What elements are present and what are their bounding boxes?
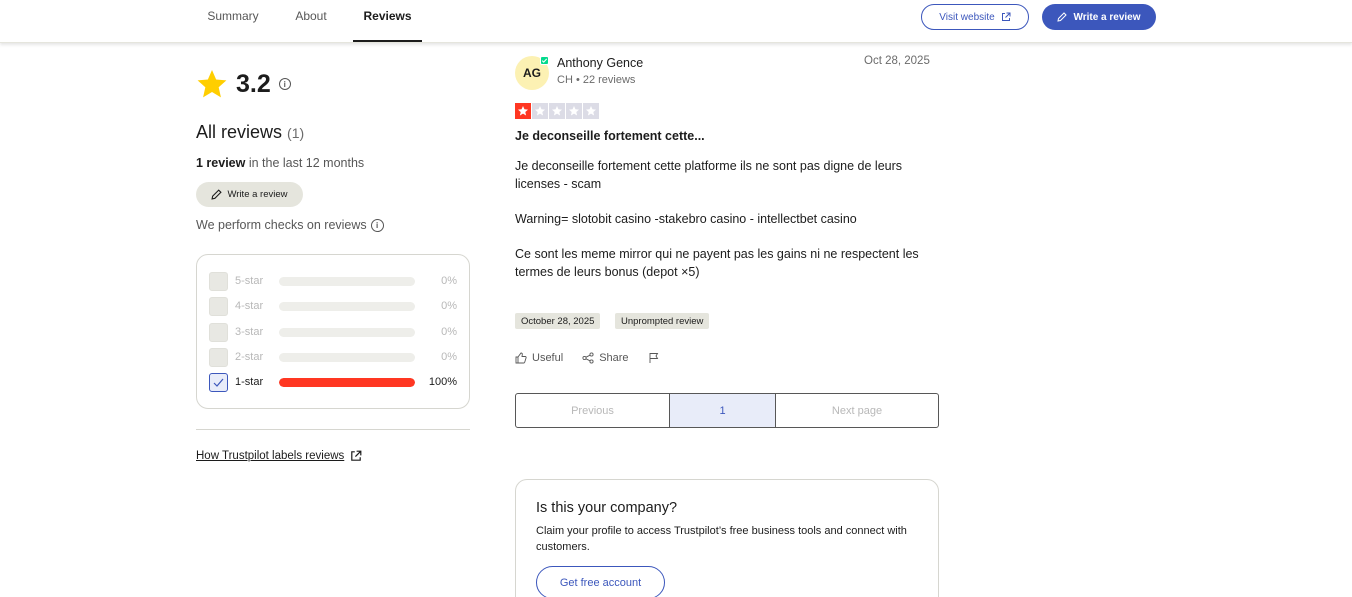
unprompted-chip: Unprompted review [615,313,710,329]
share-icon [582,352,594,364]
checkbox[interactable] [209,296,228,316]
verified-badge-icon [540,56,549,65]
review-checks-text: We perform checks on reviews i [196,218,384,232]
external-link-icon [1001,12,1011,21]
review-title[interactable]: Je deconseille fortement cette... [515,129,705,143]
claim-description: Claim your profile to access Trustpilot’… [536,525,907,553]
top-nav: Summary About Reviews Visit website Writ… [0,0,1352,43]
reviewer-meta: CH • 22 reviews [557,74,636,86]
star-empty-icon [532,103,548,119]
external-link-icon [351,450,362,461]
all-reviews-count: (1) [287,125,305,141]
filter-row-4-star[interactable]: 4-star 0% [209,296,459,316]
info-icon[interactable]: i [370,218,384,232]
all-reviews-heading: All reviews (1) [196,122,305,142]
checkbox-checked[interactable] [209,372,228,392]
distribution-bar [279,301,415,311]
star-filled-icon [515,103,531,119]
filter-row-5-star[interactable]: 5-star 0% [209,271,459,291]
star-empty-icon [549,103,565,119]
star-icon [197,70,227,98]
reviewer-name[interactable]: Anthony Gence [557,56,643,70]
useful-button[interactable]: Useful [515,352,563,364]
pagination: Previous 1 Next page [515,393,939,428]
info-icon[interactable]: i [278,78,291,90]
star-filter: 5-star 0% 4-star 0% 3-star 0% 2-star 0% … [196,254,470,409]
distribution-bar [279,276,415,286]
pencil-icon [1057,12,1068,22]
filter-row-1-star[interactable]: 1-star 100% [209,372,459,392]
review-date: Oct 28, 2025 [864,55,930,67]
review-body: Je deconseille fortement cette platforme… [515,159,919,279]
checkbox[interactable] [209,347,228,367]
flag-icon [649,353,658,363]
previous-page-button[interactable]: Previous [516,394,669,427]
star-empty-icon [566,103,582,119]
checkbox[interactable] [209,322,228,342]
filter-row-2-star[interactable]: 2-star 0% [209,347,459,367]
report-button[interactable] [648,352,660,364]
divider [196,429,470,430]
overall-rating: 3.2 i [196,68,291,100]
share-button[interactable]: Share [582,352,629,364]
tab-summary[interactable]: Summary [200,0,266,42]
visit-website-button[interactable]: Visit website [921,4,1029,30]
checkbox[interactable] [209,271,228,291]
star-empty-icon [583,103,599,119]
review-actions: Useful Share [515,352,679,364]
labels-reviews-link[interactable]: How Trustpilot labels reviews [196,450,362,462]
check-icon [213,378,224,387]
tab-about[interactable]: About [287,0,335,42]
get-free-account-button[interactable]: Get free account [536,566,665,597]
write-review-secondary-button[interactable]: Write a review [196,182,303,207]
pencil-icon [211,189,223,200]
distribution-bar [279,352,415,362]
write-review-button[interactable]: Write a review [1042,4,1156,30]
tab-reviews[interactable]: Reviews [353,0,422,42]
next-page-button[interactable]: Next page [776,394,938,427]
claim-company-card: Is this your company? Claim your profile… [515,479,939,597]
claim-title: Is this your company? [536,500,678,516]
page-1-button[interactable]: 1 [669,394,776,427]
distribution-bar [279,327,415,337]
distribution-bar [279,377,415,387]
experience-date-chip: October 28, 2025 [515,313,601,329]
rating-value: 3.2 [236,69,271,98]
thumbs-up-icon [515,352,527,364]
review-stars [515,103,599,119]
filter-row-3-star[interactable]: 3-star 0% [209,322,459,342]
last-12-months: 1 review in the last 12 months [196,156,365,170]
